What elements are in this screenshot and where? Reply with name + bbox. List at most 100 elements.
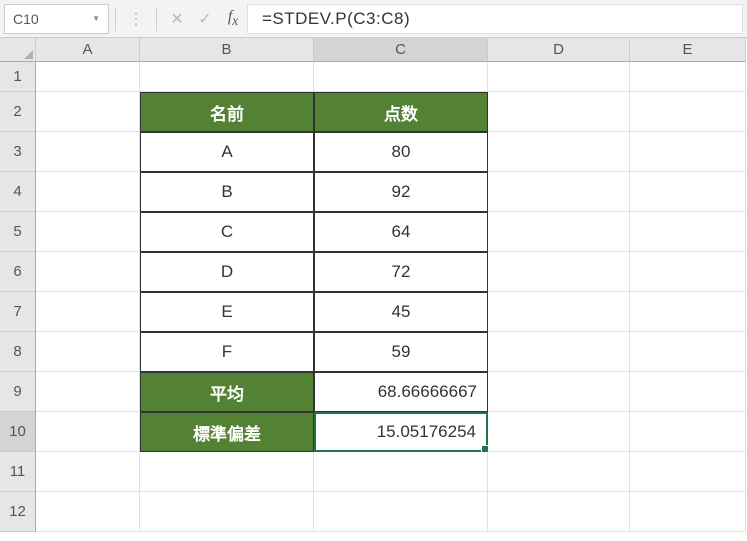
cell-d10[interactable] <box>488 412 630 452</box>
cell-a9[interactable] <box>36 372 140 412</box>
cell-a1[interactable] <box>36 62 140 92</box>
column-header-b[interactable]: B <box>140 38 314 62</box>
row-header-9[interactable]: 9 <box>0 372 36 412</box>
formula-bar: C10 ▼ ⋮ ✕ ✓ fx =STDEV.P(C3:C8) <box>0 0 747 38</box>
cell-c3[interactable]: 80 <box>314 132 488 172</box>
row-header-2[interactable]: 2 <box>0 92 36 132</box>
cell-b10-stdev-label[interactable]: 標準偏差 <box>140 412 314 452</box>
row-7: 7 E 45 <box>0 292 747 332</box>
cell-d3[interactable] <box>488 132 630 172</box>
name-box-value: C10 <box>13 11 39 27</box>
cell-a11[interactable] <box>36 452 140 492</box>
formula-text: =STDEV.P(C3:C8) <box>262 9 410 29</box>
cell-e11[interactable] <box>630 452 746 492</box>
cell-d4[interactable] <box>488 172 630 212</box>
cell-a10[interactable] <box>36 412 140 452</box>
cancel-icon[interactable]: ✕ <box>163 9 191 29</box>
cell-c4[interactable]: 92 <box>314 172 488 212</box>
cell-c9-avg-value[interactable]: 68.66666667 <box>314 372 488 412</box>
cell-d9[interactable] <box>488 372 630 412</box>
column-header-d[interactable]: D <box>488 38 630 62</box>
row-header-11[interactable]: 11 <box>0 452 36 492</box>
cell-a12[interactable] <box>36 492 140 532</box>
column-header-a[interactable]: A <box>36 38 140 62</box>
divider <box>156 7 157 31</box>
cell-a6[interactable] <box>36 252 140 292</box>
row-header-5[interactable]: 5 <box>0 212 36 252</box>
table-header-score[interactable]: 点数 <box>314 92 488 132</box>
chevron-down-icon[interactable]: ▼ <box>92 14 100 23</box>
row-header-4[interactable]: 4 <box>0 172 36 212</box>
cell-b1[interactable] <box>140 62 314 92</box>
cell-b4[interactable]: B <box>140 172 314 212</box>
cell-d5[interactable] <box>488 212 630 252</box>
cell-d12[interactable] <box>488 492 630 532</box>
cell-d7[interactable] <box>488 292 630 332</box>
table-header-name[interactable]: 名前 <box>140 92 314 132</box>
cell-c12[interactable] <box>314 492 488 532</box>
cell-e2[interactable] <box>630 92 746 132</box>
cell-c11[interactable] <box>314 452 488 492</box>
cell-e8[interactable] <box>630 332 746 372</box>
name-box[interactable]: C10 ▼ <box>4 4 109 34</box>
cell-b7[interactable]: E <box>140 292 314 332</box>
row-10: 10 標準偏差 15.05176254 <box>0 412 747 452</box>
column-header-e[interactable]: E <box>630 38 746 62</box>
cell-d1[interactable] <box>488 62 630 92</box>
cell-e12[interactable] <box>630 492 746 532</box>
cell-a8[interactable] <box>36 332 140 372</box>
divider <box>115 7 116 31</box>
cell-e6[interactable] <box>630 252 746 292</box>
row-header-12[interactable]: 12 <box>0 492 36 532</box>
row-12: 12 <box>0 492 747 532</box>
more-icon[interactable]: ⋮ <box>122 9 150 29</box>
formula-input[interactable]: =STDEV.P(C3:C8) <box>247 4 743 34</box>
row-header-8[interactable]: 8 <box>0 332 36 372</box>
cell-a7[interactable] <box>36 292 140 332</box>
select-all-corner[interactable] <box>0 38 36 62</box>
row-8: 8 F 59 <box>0 332 747 372</box>
cell-b12[interactable] <box>140 492 314 532</box>
row-header-7[interactable]: 7 <box>0 292 36 332</box>
cell-e3[interactable] <box>630 132 746 172</box>
fx-icon[interactable]: fx <box>219 8 247 29</box>
row-header-6[interactable]: 6 <box>0 252 36 292</box>
cell-d2[interactable] <box>488 92 630 132</box>
cell-d8[interactable] <box>488 332 630 372</box>
cell-b6[interactable]: D <box>140 252 314 292</box>
row-header-1[interactable]: 1 <box>0 62 36 92</box>
cell-c5[interactable]: 64 <box>314 212 488 252</box>
row-3: 3 A 80 <box>0 132 747 172</box>
cell-b3[interactable]: A <box>140 132 314 172</box>
enter-icon[interactable]: ✓ <box>191 9 219 29</box>
cell-b5[interactable]: C <box>140 212 314 252</box>
spreadsheet-grid: A B C D E 1 2 名前 点数 3 A 80 4 B 92 5 <box>0 38 747 532</box>
cell-c8[interactable]: 59 <box>314 332 488 372</box>
cell-c10-stdev-value[interactable]: 15.05176254 <box>314 412 488 452</box>
cell-c6[interactable]: 72 <box>314 252 488 292</box>
cell-c7[interactable]: 45 <box>314 292 488 332</box>
cell-c1[interactable] <box>314 62 488 92</box>
cell-a3[interactable] <box>36 132 140 172</box>
cell-e4[interactable] <box>630 172 746 212</box>
cell-b11[interactable] <box>140 452 314 492</box>
cell-e1[interactable] <box>630 62 746 92</box>
row-header-3[interactable]: 3 <box>0 132 36 172</box>
row-6: 6 D 72 <box>0 252 747 292</box>
row-9: 9 平均 68.66666667 <box>0 372 747 412</box>
cell-d11[interactable] <box>488 452 630 492</box>
cell-b8[interactable]: F <box>140 332 314 372</box>
column-headers: A B C D E <box>0 38 747 62</box>
cell-a4[interactable] <box>36 172 140 212</box>
cell-e5[interactable] <box>630 212 746 252</box>
cell-e10[interactable] <box>630 412 746 452</box>
row-header-10[interactable]: 10 <box>0 412 36 452</box>
row-5: 5 C 64 <box>0 212 747 252</box>
cell-a2[interactable] <box>36 92 140 132</box>
cell-a5[interactable] <box>36 212 140 252</box>
column-header-c[interactable]: C <box>314 38 488 62</box>
cell-e9[interactable] <box>630 372 746 412</box>
cell-e7[interactable] <box>630 292 746 332</box>
cell-d6[interactable] <box>488 252 630 292</box>
cell-b9-avg-label[interactable]: 平均 <box>140 372 314 412</box>
